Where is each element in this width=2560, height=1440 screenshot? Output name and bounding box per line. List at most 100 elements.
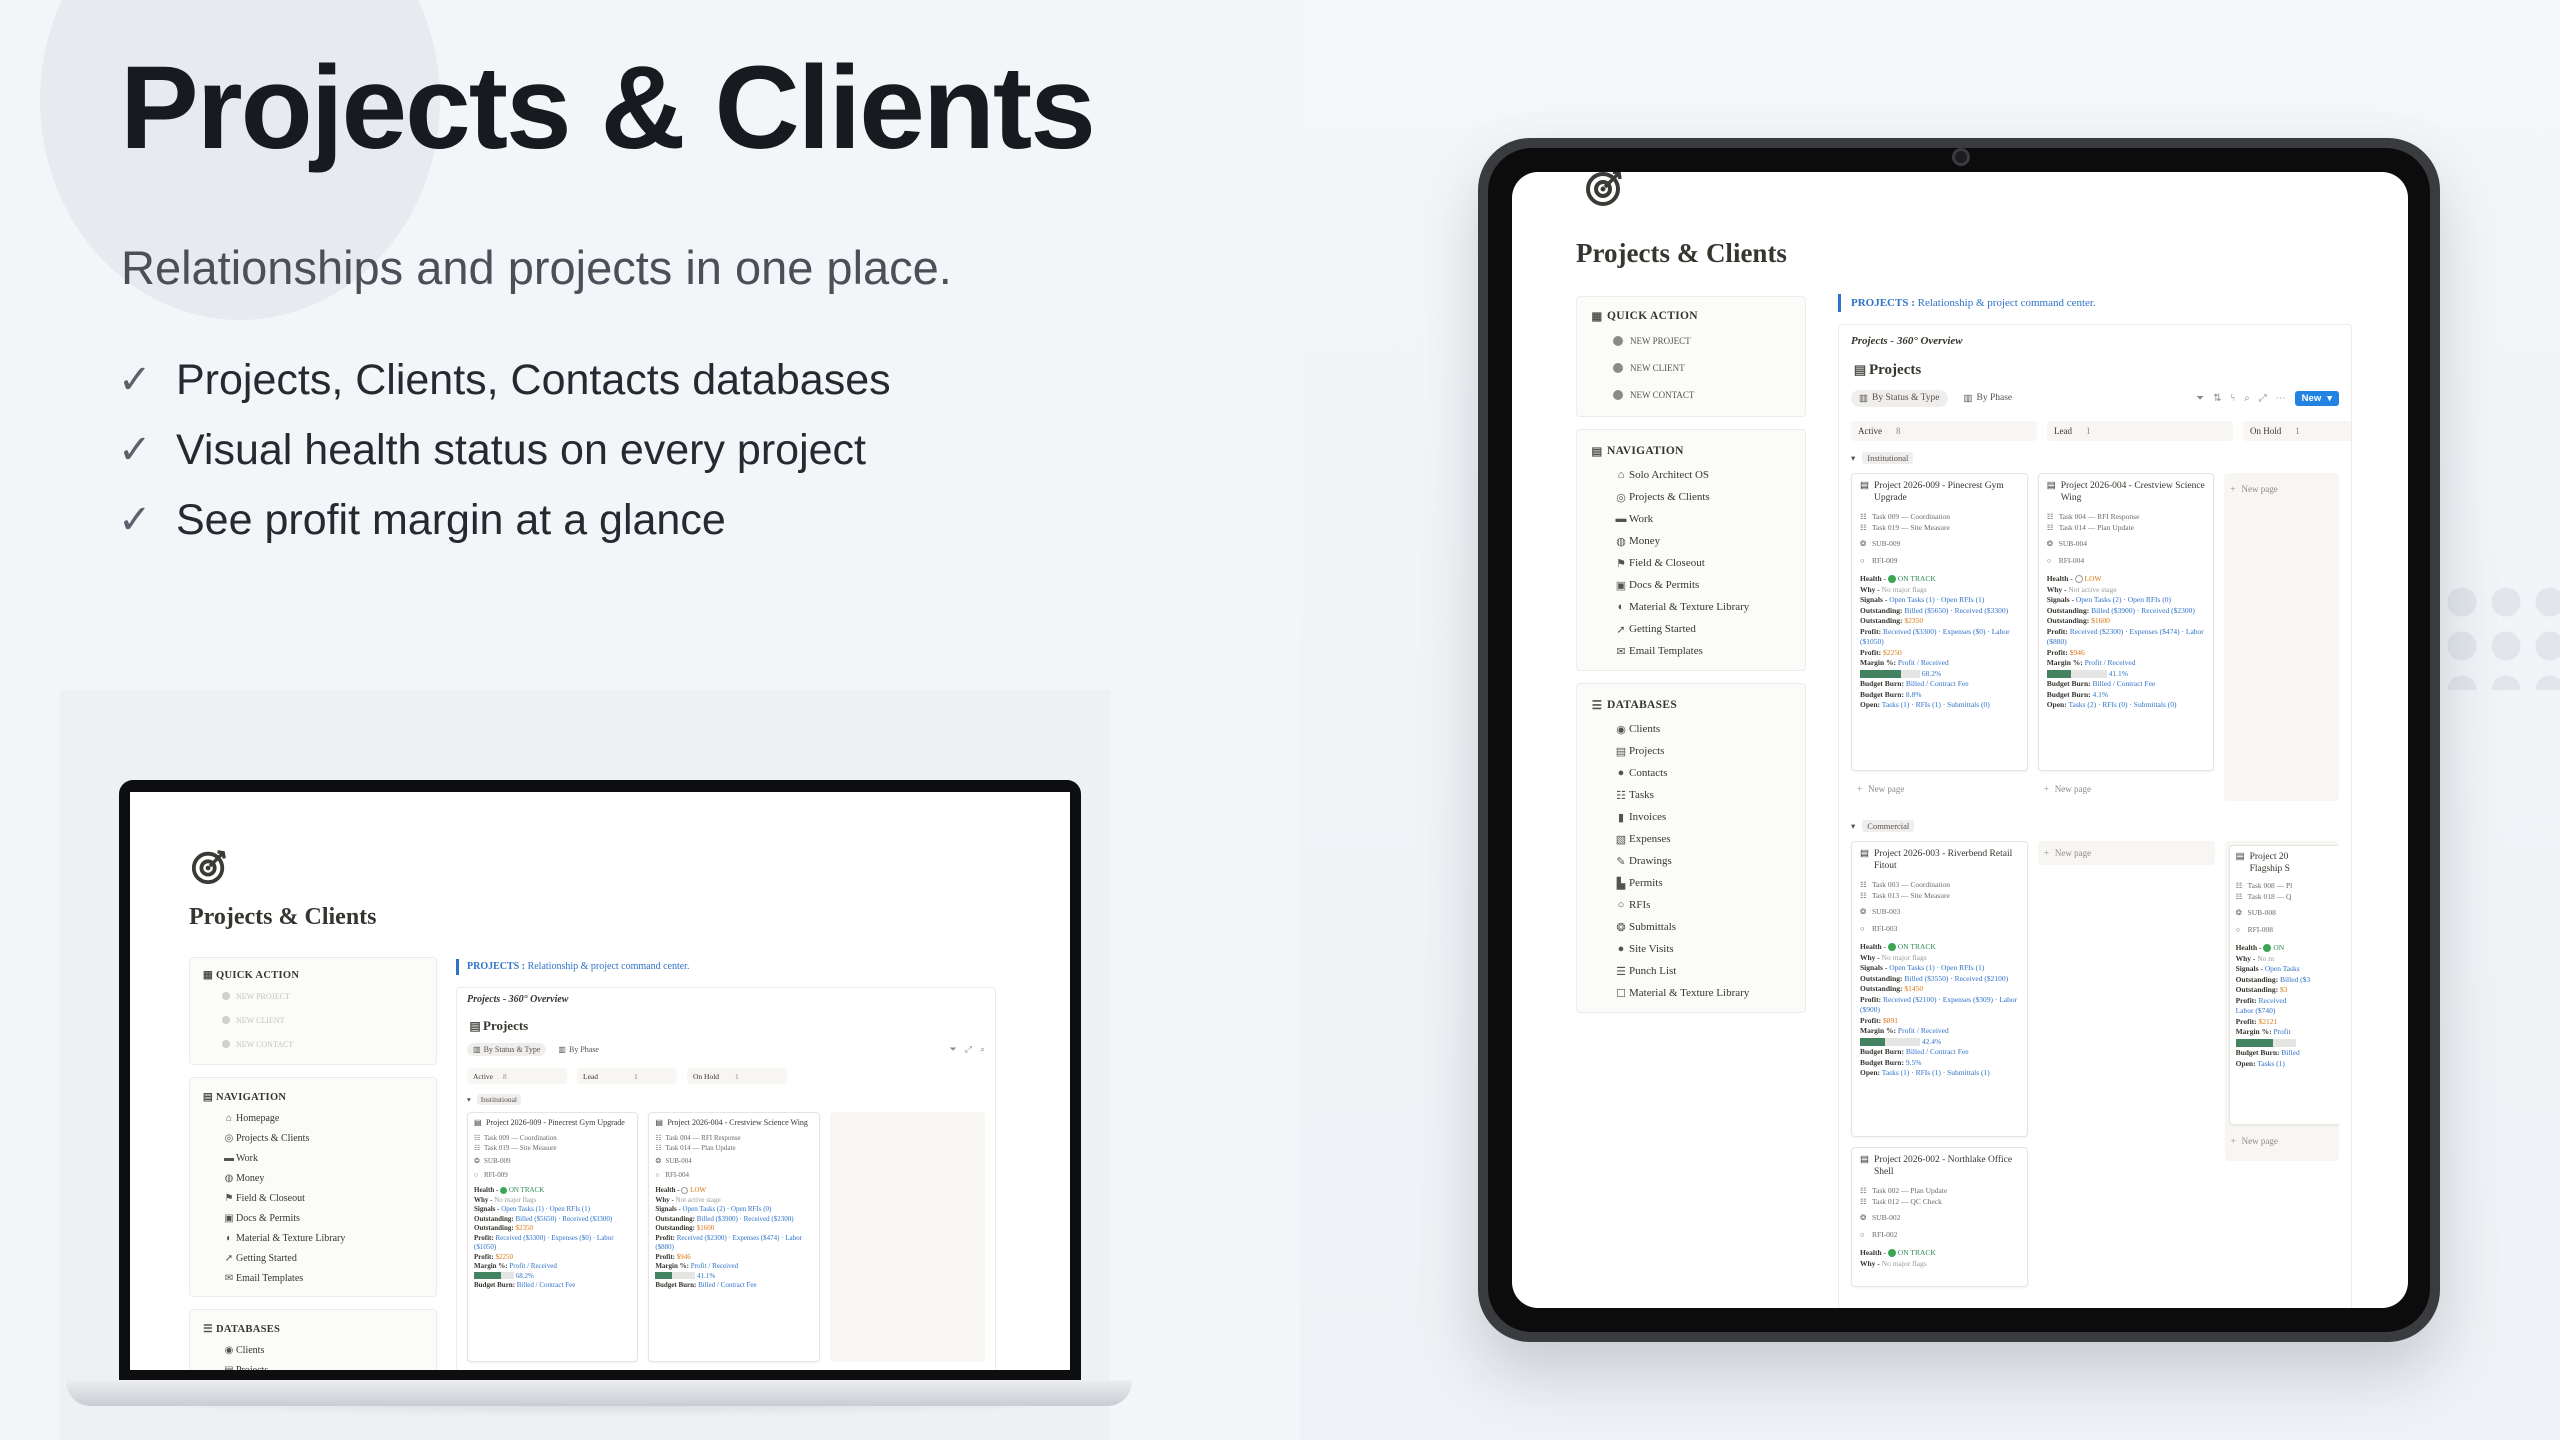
plus-circle-icon xyxy=(222,992,230,1000)
db-item-site-visits[interactable]: ● Site Visits xyxy=(1587,938,1795,960)
db-item-clients[interactable]: ◉ Clients xyxy=(1587,718,1795,740)
project-card[interactable]: ▤ Project 2026-004 - Crestview Science Wi… xyxy=(648,1112,820,1362)
search-icon[interactable]: ⌕ xyxy=(2244,393,2250,404)
card-submittal: ❂ SUB-003 xyxy=(1860,907,1901,916)
tab-by-status-type[interactable]: ▥ By Status & Type xyxy=(467,1042,547,1056)
documents-icon: ▣ xyxy=(1615,579,1627,592)
filter-icon[interactable]: ⏷ xyxy=(950,1044,957,1055)
board-icon: ▥ xyxy=(1963,393,1973,404)
document-icon: ▤ xyxy=(1860,849,1869,859)
expand-icon[interactable]: ⤢ xyxy=(965,1044,972,1055)
group-institutional[interactable]: ▾ Institutional xyxy=(1851,447,2339,469)
nav-item-work[interactable]: ▬ Work xyxy=(200,1148,426,1168)
flag-icon: ⚑ xyxy=(1616,557,1626,570)
db-item-clients[interactable]: ◉ Clients xyxy=(200,1340,426,1360)
nav-item-material-library[interactable]: ◐ Material & Texture Library xyxy=(200,1228,426,1248)
project-card[interactable]: ▤ Project 20 Flagship S ☷ Task 008 — Pl ☷ T… xyxy=(2228,845,2340,1125)
card-outstanding: Outstanding: Billed ($5650) · Received (… xyxy=(474,1214,613,1223)
db-item-drawings[interactable]: ✎ Drawings xyxy=(1587,850,1795,872)
card-task: ☷ Task 008 — Pl xyxy=(2235,881,2293,890)
feature-text: Projects, Clients, Contacts databases xyxy=(176,355,891,404)
nav-item-email-templates[interactable]: ✉ Email Templates xyxy=(1587,640,1795,662)
db-item-rfis[interactable]: ○ RFIs xyxy=(1587,894,1795,916)
db-item-material-library[interactable]: ☐ Material & Texture Library xyxy=(1587,982,1795,1004)
more-icon[interactable]: ⋯ xyxy=(2276,393,2286,404)
flag-icon: ⚑ xyxy=(224,1192,234,1204)
view-tools: ⏷ ⤢ ⌕ xyxy=(950,1044,985,1055)
nav-item-docs-permits[interactable]: ▣ Docs & Permits xyxy=(200,1208,426,1228)
hero-title: Projects & Clients xyxy=(120,42,1096,174)
nav-item-material-library[interactable]: ◐ Material & Texture Library xyxy=(1587,596,1795,618)
new-contact-button[interactable]: NEW CONTACT xyxy=(200,1032,426,1056)
nav-item-field-closeout[interactable]: ⚑ Field & Closeout xyxy=(1587,552,1795,574)
db-item-projects[interactable]: ▤ Projects xyxy=(1587,740,1795,762)
quick-action-heading: ▦ QUICK ACTION xyxy=(200,966,426,984)
new-page-button[interactable]: + New page xyxy=(2037,841,2215,865)
plus-icon: + xyxy=(2043,847,2049,858)
new-page-button[interactable]: + New page xyxy=(2229,1131,2335,1151)
nav-item-projects-clients[interactable]: ◎ Projects & Clients xyxy=(1587,486,1795,508)
nav-item-email-templates[interactable]: ✉ Email Templates xyxy=(200,1268,426,1288)
feature-item: ✓ Visual health status on every project xyxy=(118,415,891,485)
project-card[interactable]: ▤ Project 2026-009 - Pinecrest Gym Upgrad… xyxy=(467,1112,639,1362)
rocket-icon: ➚ xyxy=(1616,623,1626,636)
db-item-punch-list[interactable]: ☰ Punch List xyxy=(1587,960,1795,982)
nav-item-getting-started[interactable]: ➚ Getting Started xyxy=(200,1248,426,1268)
nav-item-homepage[interactable]: ⌂ Homepage xyxy=(200,1108,426,1128)
tab-by-phase[interactable]: ▥ By Phase xyxy=(552,1043,605,1056)
new-button[interactable]: New ▾ xyxy=(2294,390,2339,406)
status-dot-icon xyxy=(1887,1249,1896,1258)
project-card[interactable]: ▤ Project 2026-002 - Northlake Office She… xyxy=(1851,1147,2028,1287)
tab-by-phase[interactable]: ▥ By Phase xyxy=(1956,390,2021,407)
search-icon[interactable]: ⌕ xyxy=(980,1044,985,1055)
chevron-down-icon: ▾ xyxy=(2327,392,2332,404)
nav-item-getting-started[interactable]: ➚ Getting Started xyxy=(1587,618,1795,640)
nav-item-field-closeout[interactable]: ⚑ Field & Closeout xyxy=(200,1188,426,1208)
project-card[interactable]: ▤ Project 2026-003 - Riverbend Retail Fit… xyxy=(1851,841,2028,1137)
new-project-button[interactable]: NEW PROJECT xyxy=(1587,327,1795,354)
new-client-button[interactable]: NEW CLIENT xyxy=(200,1008,426,1032)
db-item-permits[interactable]: ▙ Permits xyxy=(1587,872,1795,894)
nav-item-work[interactable]: ▬ Work xyxy=(1587,508,1795,530)
checkbox-icon: ☐ xyxy=(1616,987,1626,1000)
group-institutional[interactable]: ▾ Institutional xyxy=(467,1090,985,1108)
nav-item-projects-clients[interactable]: ◎ Projects & Clients xyxy=(200,1128,426,1148)
group-commercial[interactable]: ▾ Commercial xyxy=(1851,815,2339,837)
checklist-icon: ☷ xyxy=(655,1143,662,1152)
db-item-projects[interactable]: ▤ Projects xyxy=(200,1360,426,1371)
filter-icon[interactable]: ⏷ xyxy=(2196,393,2204,404)
view-tabs: ▥ By Status & Type ▥ By Phase ⏷ ⇅ ϟ ⌕ ⤢ ⋯ New ▾ xyxy=(1851,383,2339,413)
db-item-submittals[interactable]: ❂ Submittals xyxy=(1587,916,1795,938)
new-page-button[interactable]: + New page xyxy=(2038,777,2215,801)
checklist-icon: ☷ xyxy=(1616,789,1626,802)
column-header: On Hold 1 xyxy=(2243,421,2351,441)
nav-item-docs-permits[interactable]: ▣ Docs & Permits xyxy=(1587,574,1795,596)
feature-item: ✓ Projects, Clients, Contacts databases xyxy=(118,345,891,415)
lightning-icon[interactable]: ϟ xyxy=(2231,393,2236,404)
project-card[interactable]: ▤ Project 2026-004 - Crestview Science Wi… xyxy=(2037,473,2215,771)
nav-item-money[interactable]: ◍ Money xyxy=(200,1168,426,1188)
expand-icon[interactable]: ⤢ xyxy=(2259,393,2267,404)
new-page-button[interactable]: + New page xyxy=(2230,479,2333,499)
coins-icon: ◍ xyxy=(1616,535,1626,548)
new-client-button[interactable]: NEW CLIENT xyxy=(1587,354,1795,381)
db-item-tasks[interactable]: ☷ Tasks xyxy=(1587,784,1795,806)
margin-bar xyxy=(655,1272,696,1280)
new-project-button[interactable]: NEW PROJECT xyxy=(200,984,426,1008)
tab-by-status-type[interactable]: ▥ By Status & Type xyxy=(1851,389,1948,407)
sort-icon[interactable]: ⇅ xyxy=(2213,393,2221,404)
nav-item-solo-architect-os[interactable]: ⌂ Solo Architect OS xyxy=(1587,464,1795,486)
status-dot-icon xyxy=(1887,575,1896,584)
project-card[interactable]: ▤ Project 2026-009 - Pinecrest Gym Upgrad… xyxy=(1851,473,2028,771)
receipt-icon: ▧ xyxy=(1615,833,1627,846)
new-page-button[interactable]: + New page xyxy=(1851,777,2028,801)
db-item-contacts[interactable]: ● Contacts xyxy=(1587,762,1795,784)
card-task: ☷ Task 009 — Coordination xyxy=(474,1134,557,1142)
card-profit: Profit: Received ($3300) · Expenses ($0)… xyxy=(1860,626,2010,647)
card-budget: Budget Burn: Billed / Contract Fee xyxy=(655,1281,757,1289)
nav-item-money[interactable]: ◍ Money xyxy=(1587,530,1795,552)
db-item-invoices[interactable]: ▮ Invoices xyxy=(1587,806,1795,828)
new-contact-button[interactable]: NEW CONTACT xyxy=(1587,381,1795,408)
target-logo-icon xyxy=(191,850,226,885)
db-item-expenses[interactable]: ▧ Expenses xyxy=(1587,828,1795,850)
